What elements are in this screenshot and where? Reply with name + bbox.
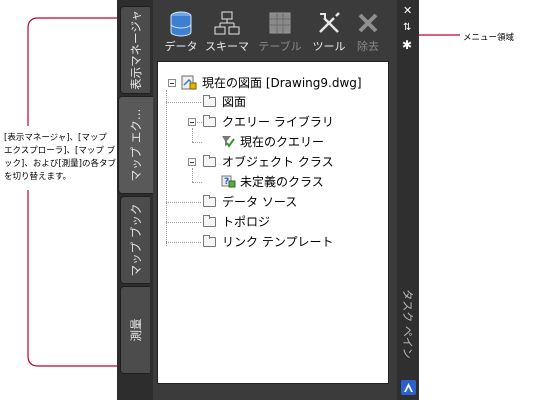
tree-connector (192, 182, 202, 183)
tree-connector (192, 168, 193, 182)
autohide-icon[interactable]: ⇅ (403, 22, 411, 33)
tree-connector (166, 102, 201, 103)
menu-toolbar: データ スキーマ テーブル ツール 除去 (157, 6, 389, 58)
menu-area-annotation: メニュー領域 (463, 33, 515, 43)
tree-item-drawings[interactable]: 図面 (222, 94, 246, 110)
tree-connector (166, 222, 201, 223)
collapse-toggle[interactable] (188, 118, 196, 126)
task-pane-title-bar: ✕ ⇅ ✱ タスク ペイン (397, 0, 419, 400)
folder-icon (203, 155, 216, 167)
tree-root-drawing[interactable]: 現在の図面 [Drawing9.dwg] (202, 75, 362, 91)
tree-item-data-sources[interactable]: データ ソース (222, 194, 297, 210)
schema-button[interactable]: スキーマ (203, 8, 251, 56)
folder-icon (203, 215, 216, 227)
tree-item-topology[interactable]: トポロジ (222, 214, 270, 230)
tree-connector (192, 142, 202, 143)
map-explorer-tree: 現在の図面 [Drawing9.dwg] 図面 クエリー ライブラリ 現在のクエ… (157, 61, 389, 384)
collapse-toggle[interactable] (188, 158, 196, 166)
tree-connector (166, 242, 201, 243)
table-icon (269, 12, 291, 34)
tab-map-explorer[interactable]: マップ エク… (118, 96, 153, 194)
collapse-toggle[interactable] (168, 79, 176, 87)
autocad-logo-icon (401, 380, 416, 395)
folder-icon (203, 235, 216, 247)
folder-icon (203, 195, 216, 207)
data-button[interactable]: データ (159, 8, 203, 56)
properties-icon[interactable]: ✱ (402, 38, 412, 52)
folder-icon (203, 95, 216, 107)
tab-map-book[interactable]: マップ ブック (120, 196, 150, 284)
tree-connector (166, 202, 201, 203)
tools-icon (319, 12, 340, 33)
tree-item-link-templates[interactable]: リンク テンプレート (222, 234, 333, 250)
svg-text:?: ? (224, 177, 229, 187)
close-icon[interactable]: ✕ (403, 4, 412, 17)
side-title: タスク ペイン (401, 289, 414, 359)
database-icon (170, 11, 192, 37)
folder-icon (203, 115, 216, 127)
tools-button[interactable]: ツール (307, 8, 351, 56)
query-icon (222, 136, 235, 148)
tree-connector (192, 128, 193, 142)
tree-item-undefined-class[interactable]: 未定義のクラス (240, 174, 324, 190)
remove-button[interactable]: 除去 (349, 8, 387, 56)
tree-item-current-query[interactable]: 現在のクエリー (240, 134, 324, 150)
tab-survey[interactable]: 測量 (120, 286, 150, 374)
drawing-icon (181, 75, 197, 90)
tree-item-query-library[interactable]: クエリー ライブラリ (222, 114, 334, 130)
table-button[interactable]: テーブル (253, 8, 307, 56)
tab-display-manager[interactable]: 表示マネージャ (120, 6, 150, 94)
schema-icon (214, 11, 240, 35)
remove-icon (358, 13, 378, 33)
tab-strip: 表示マネージャ マップ エク… マップ ブック 測量 (117, 0, 153, 400)
tree-item-object-classes[interactable]: オブジェクト クラス (222, 154, 334, 170)
undefined-class-icon: ? (221, 175, 236, 188)
tabs-annotation: [表示マネージャ]、[マップ エクスプローラ]、[マップ ブック]、および[測量… (4, 133, 116, 182)
